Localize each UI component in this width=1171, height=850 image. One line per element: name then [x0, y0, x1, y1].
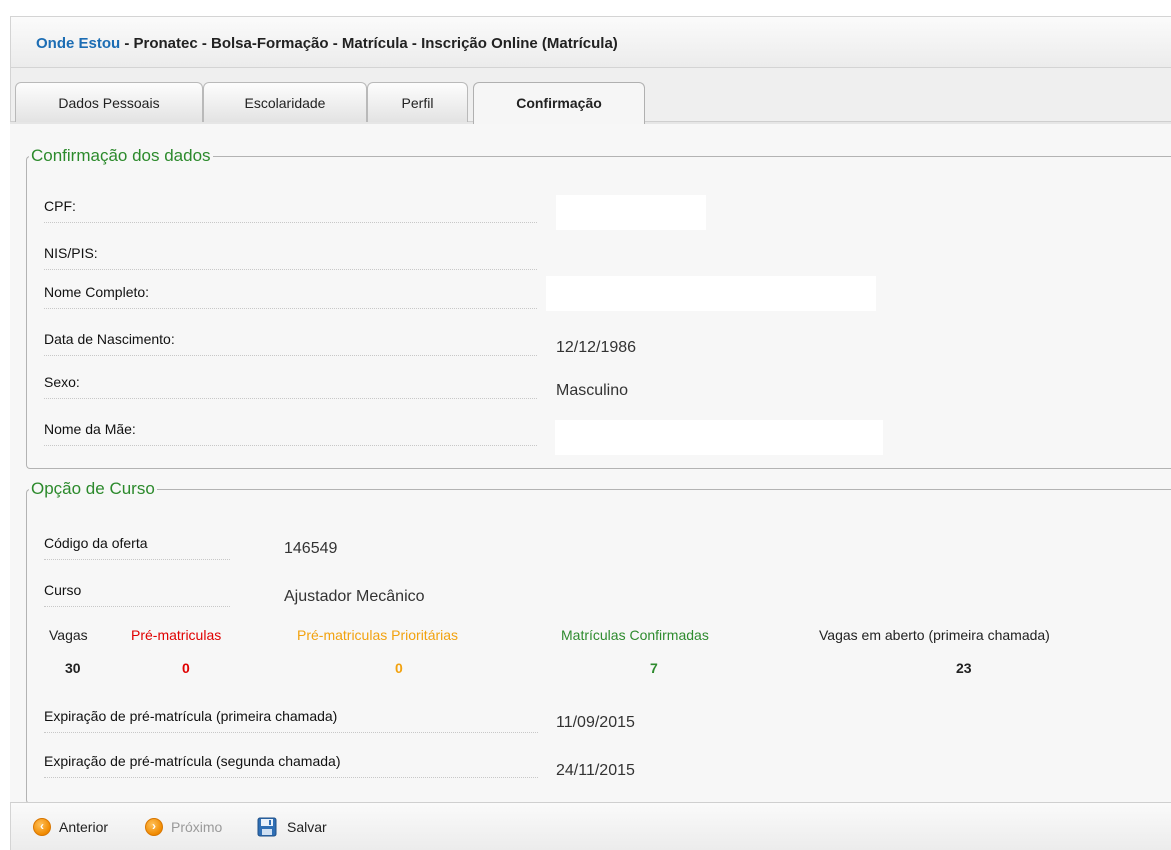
stats-header-pre-matriculas: Pré-matriculas: [131, 627, 222, 643]
nome-completo-label: Nome Completo:: [44, 284, 537, 309]
nome-completo-value: [546, 276, 876, 311]
next-label: Próximo: [171, 819, 223, 835]
previous-button[interactable]: ‹ Anterior: [33, 816, 108, 838]
stats-header-vagas-em-aberto: Vagas em aberto (primeira chamada): [819, 627, 1050, 643]
sexo-value: Masculino: [556, 382, 629, 399]
save-label: Salvar: [287, 819, 327, 835]
next-button[interactable]: › Próximo: [145, 816, 222, 838]
cpf-label: CPF:: [44, 198, 537, 223]
arrow-right-icon: ›: [145, 818, 163, 836]
course-label: Curso: [44, 582, 230, 607]
expiration-first-value: 11/09/2015: [556, 714, 635, 731]
stats-header-matriculas-confirmadas: Matrículas Confirmadas: [561, 627, 709, 643]
data-nascimento-value: 12/12/1986: [556, 339, 637, 356]
tab-dados-pessoais[interactable]: Dados Pessoais: [15, 82, 203, 122]
nis-pis-label: NIS/PIS:: [44, 245, 537, 270]
tab-perfil[interactable]: Perfil: [367, 82, 468, 122]
expiration-second-label: Expiração de pré-matrícula (segunda cham…: [44, 753, 538, 778]
breadcrumb: Onde Estou - Pronatec - Bolsa-Formação -…: [36, 35, 618, 52]
course-legend: Opção de Curso: [31, 479, 155, 498]
stats-value-matriculas-confirmadas: 7: [650, 660, 658, 676]
confirmation-legend: Confirmação dos dados: [31, 146, 211, 165]
save-button[interactable]: Salvar: [257, 816, 327, 838]
tab-escolaridade[interactable]: Escolaridade: [203, 82, 367, 122]
sexo-label: Sexo:: [44, 374, 537, 399]
nome-mae-value: [555, 420, 883, 455]
stats-value-vagas-em-aberto: 23: [956, 660, 972, 676]
previous-label: Anterior: [59, 819, 109, 835]
offer-code-value: 146549: [284, 540, 338, 557]
expiration-first-label: Expiração de pré-matrícula (primeira cha…: [44, 708, 538, 733]
tab-confirmacao[interactable]: Confirmação: [473, 82, 645, 124]
breadcrumb-path: - Pronatec - Bolsa-Formação - Matrícula …: [120, 35, 618, 52]
floppy-disk-icon: [257, 817, 277, 837]
stats-header-pre-matriculas-prioritarias: Pré-matriculas Prioritárias: [297, 627, 459, 643]
stats-value-vagas: 30: [65, 660, 81, 676]
expiration-second-value: 24/11/2015: [556, 762, 635, 779]
breadcrumb-bar: Onde Estou - Pronatec - Bolsa-Formação -…: [10, 16, 1171, 68]
stats-header-vagas: Vagas: [49, 627, 88, 643]
arrow-left-icon: ‹: [33, 818, 51, 836]
data-nascimento-label: Data de Nascimento:: [44, 331, 537, 356]
breadcrumb-here-label[interactable]: Onde Estou: [36, 35, 120, 52]
stats-value-pre-matriculas: 0: [182, 660, 190, 676]
stats-value-pre-matriculas-prioritarias: 0: [395, 660, 403, 676]
nome-mae-label: Nome da Mãe:: [44, 421, 537, 446]
course-value: Ajustador Mecânico: [284, 588, 425, 605]
cpf-value: [556, 195, 706, 230]
offer-code-label: Código da oferta: [44, 535, 230, 560]
